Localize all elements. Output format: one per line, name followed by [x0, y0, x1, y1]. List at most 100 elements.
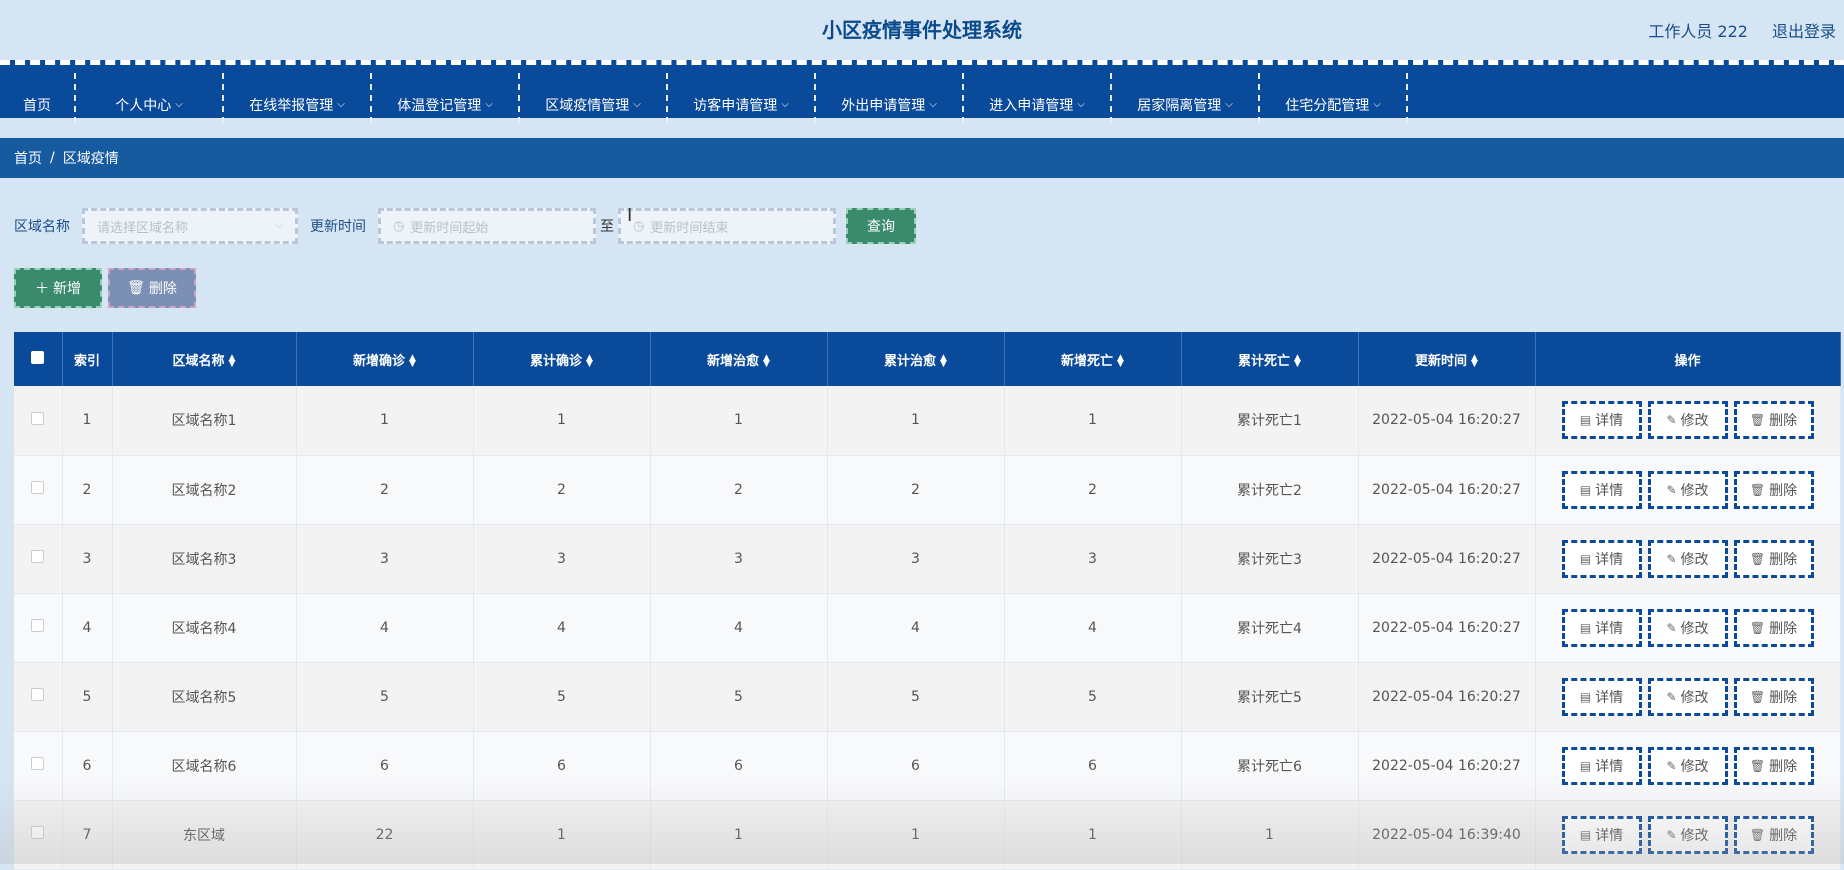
table-cell: 1: [650, 386, 828, 456]
area-select[interactable]: 请选择区域名称 ⌵: [82, 208, 298, 244]
nav-item-4[interactable]: 区域疫情管理 ⌵: [520, 73, 668, 123]
chevron-down-icon: ⌵: [929, 98, 937, 110]
table-cell: 4: [650, 593, 828, 663]
detail-button[interactable]: ▤ 详情: [1561, 608, 1642, 647]
nav-item-7[interactable]: 进入申请管理 ⌵: [964, 73, 1112, 123]
row-checkbox[interactable]: [31, 619, 45, 632]
delete-button[interactable]: 🗑 删除: [1733, 677, 1814, 716]
end-time-input[interactable]: ◷ 更新时间结束: [618, 208, 836, 244]
column-header-9: 操作: [1535, 332, 1841, 386]
table-cell: 1: [296, 386, 474, 456]
column-header-4[interactable]: 新增治愈 ▲ ▼: [650, 332, 828, 386]
sort-icon[interactable]: ▲ ▼: [409, 354, 416, 369]
batch-delete-button[interactable]: 🗑 删除: [108, 268, 196, 308]
nav-item-1[interactable]: 个人中心 ⌵: [76, 73, 224, 123]
table-cell: 区域名称5: [112, 662, 297, 732]
edit-button-label: 修改: [1680, 413, 1709, 430]
delete-button[interactable]: 🗑 删除: [1733, 746, 1814, 785]
detail-button[interactable]: ▤ 详情: [1561, 470, 1642, 509]
table-cell: 累计死亡3: [1181, 524, 1359, 594]
column-header-2[interactable]: 新增确诊 ▲ ▼: [296, 332, 474, 386]
nav-item-2[interactable]: 在线举报管理 ⌵: [224, 73, 372, 123]
delete-button[interactable]: 🗑 删除: [1733, 401, 1814, 440]
sort-icon[interactable]: ▲ ▼: [586, 354, 593, 369]
sort-icon[interactable]: ▲ ▼: [940, 354, 947, 369]
sort-icon[interactable]: ▲ ▼: [1117, 354, 1124, 369]
start-time-input[interactable]: ◷ 更新时间起始: [378, 208, 596, 244]
detail-button[interactable]: ▤ 详情: [1561, 746, 1642, 785]
table-cell: 1: [650, 800, 828, 870]
table-cell: 区域名称4: [112, 593, 297, 663]
nav-item-label: 访客申请管理: [693, 98, 778, 114]
table-cell: 5: [296, 662, 474, 732]
edit-button[interactable]: ✎ 修改: [1647, 608, 1728, 647]
detail-button[interactable]: ▤ 详情: [1561, 539, 1642, 578]
table-cell: 2022-05-04 16:20:27: [1358, 731, 1536, 801]
column-header-label: 累计治愈: [884, 353, 937, 369]
table-row: 4 区域名称4 4 4 4 4 4 累计死亡4 2022-05-04 16:20:27 ▤ 详情 ✎ 修…: [14, 593, 1841, 663]
table-cell: 22: [296, 800, 474, 870]
sort-icon[interactable]: ▲ ▼: [1471, 354, 1478, 369]
text-cursor-icon: I: [627, 205, 633, 226]
logout-link[interactable]: 退出登录: [1772, 18, 1836, 42]
breadcrumb-home[interactable]: 首页: [14, 148, 42, 168]
add-button[interactable]: ＋ 新增: [14, 268, 102, 308]
column-header-5[interactable]: 累计治愈 ▲ ▼: [827, 332, 1005, 386]
column-header-7[interactable]: 累计死亡 ▲ ▼: [1181, 332, 1359, 386]
delete-button[interactable]: 🗑 删除: [1733, 470, 1814, 509]
detail-button[interactable]: ▤ 详情: [1561, 401, 1642, 440]
select-all-checkbox[interactable]: [31, 350, 45, 364]
nav-item-3[interactable]: 体温登记管理 ⌵: [372, 73, 520, 123]
delete-button-label: 删除: [1769, 413, 1798, 430]
delete-button[interactable]: 🗑 删除: [1733, 608, 1814, 647]
nav-item-label: 外出申请管理: [841, 98, 926, 114]
document-icon: ▤: [1579, 482, 1592, 497]
nav-item-9[interactable]: 住宅分配管理 ⌵: [1260, 73, 1408, 123]
nav-item-label: 体温登记管理: [397, 98, 482, 114]
edit-button[interactable]: ✎ 修改: [1647, 815, 1728, 854]
table-cell: 1: [1004, 800, 1182, 870]
nav-item-0[interactable]: 首页: [0, 73, 76, 123]
trash-icon: 🗑: [1749, 689, 1766, 704]
nav-item-6[interactable]: 外出申请管理 ⌵: [816, 73, 964, 123]
table-cell: 3: [62, 524, 113, 594]
edit-button[interactable]: ✎ 修改: [1647, 746, 1728, 785]
column-header-8[interactable]: 更新时间 ▲ ▼: [1358, 332, 1536, 386]
sort-icon[interactable]: ▲ ▼: [1294, 354, 1301, 369]
nav-item-8[interactable]: 居家隔离管理 ⌵: [1112, 73, 1260, 123]
area-label: 区域名称: [14, 219, 70, 235]
delete-button-label: 删除: [1769, 827, 1798, 844]
detail-button[interactable]: ▤ 详情: [1561, 815, 1642, 854]
column-header-label: 累计死亡: [1238, 353, 1291, 369]
column-header-1[interactable]: 区域名称 ▲ ▼: [112, 332, 297, 386]
sort-icon[interactable]: ▲ ▼: [763, 354, 770, 369]
query-button[interactable]: 查询: [846, 208, 916, 244]
row-checkbox[interactable]: [31, 411, 45, 425]
nav-item-5[interactable]: 访客申请管理 ⌵: [668, 73, 816, 123]
delete-button[interactable]: 🗑 删除: [1733, 815, 1814, 854]
sort-icon[interactable]: ▲ ▼: [229, 354, 236, 369]
row-checkbox[interactable]: [31, 550, 45, 563]
edit-button[interactable]: ✎ 修改: [1647, 539, 1728, 578]
column-header-label: 累计确诊: [530, 353, 583, 369]
nav-item-label: 区域疫情管理: [545, 98, 630, 114]
delete-button[interactable]: 🗑 删除: [1733, 539, 1814, 578]
row-checkbox[interactable]: [31, 757, 45, 770]
column-header-6[interactable]: 新增死亡 ▲ ▼: [1004, 332, 1182, 386]
document-icon: ▤: [1579, 689, 1592, 704]
edit-button[interactable]: ✎ 修改: [1647, 677, 1728, 716]
edit-button[interactable]: ✎ 修改: [1647, 401, 1728, 440]
row-checkbox[interactable]: [31, 826, 45, 839]
row-checkbox[interactable]: [31, 688, 45, 701]
detail-button[interactable]: ▤ 详情: [1561, 677, 1642, 716]
app-title: 小区疫情事件处理系统: [822, 18, 1022, 42]
table-cell: 2022-05-04 16:20:27: [1358, 455, 1536, 525]
document-icon: ▤: [1579, 758, 1592, 773]
column-header-0: 索引: [62, 332, 113, 386]
row-checkbox[interactable]: [31, 481, 45, 494]
table-cell: 2: [650, 455, 828, 525]
table-cell: 5: [827, 662, 1005, 732]
edit-button[interactable]: ✎ 修改: [1647, 470, 1728, 509]
start-placeholder: 更新时间起始: [410, 220, 489, 236]
column-header-3[interactable]: 累计确诊 ▲ ▼: [473, 332, 651, 386]
